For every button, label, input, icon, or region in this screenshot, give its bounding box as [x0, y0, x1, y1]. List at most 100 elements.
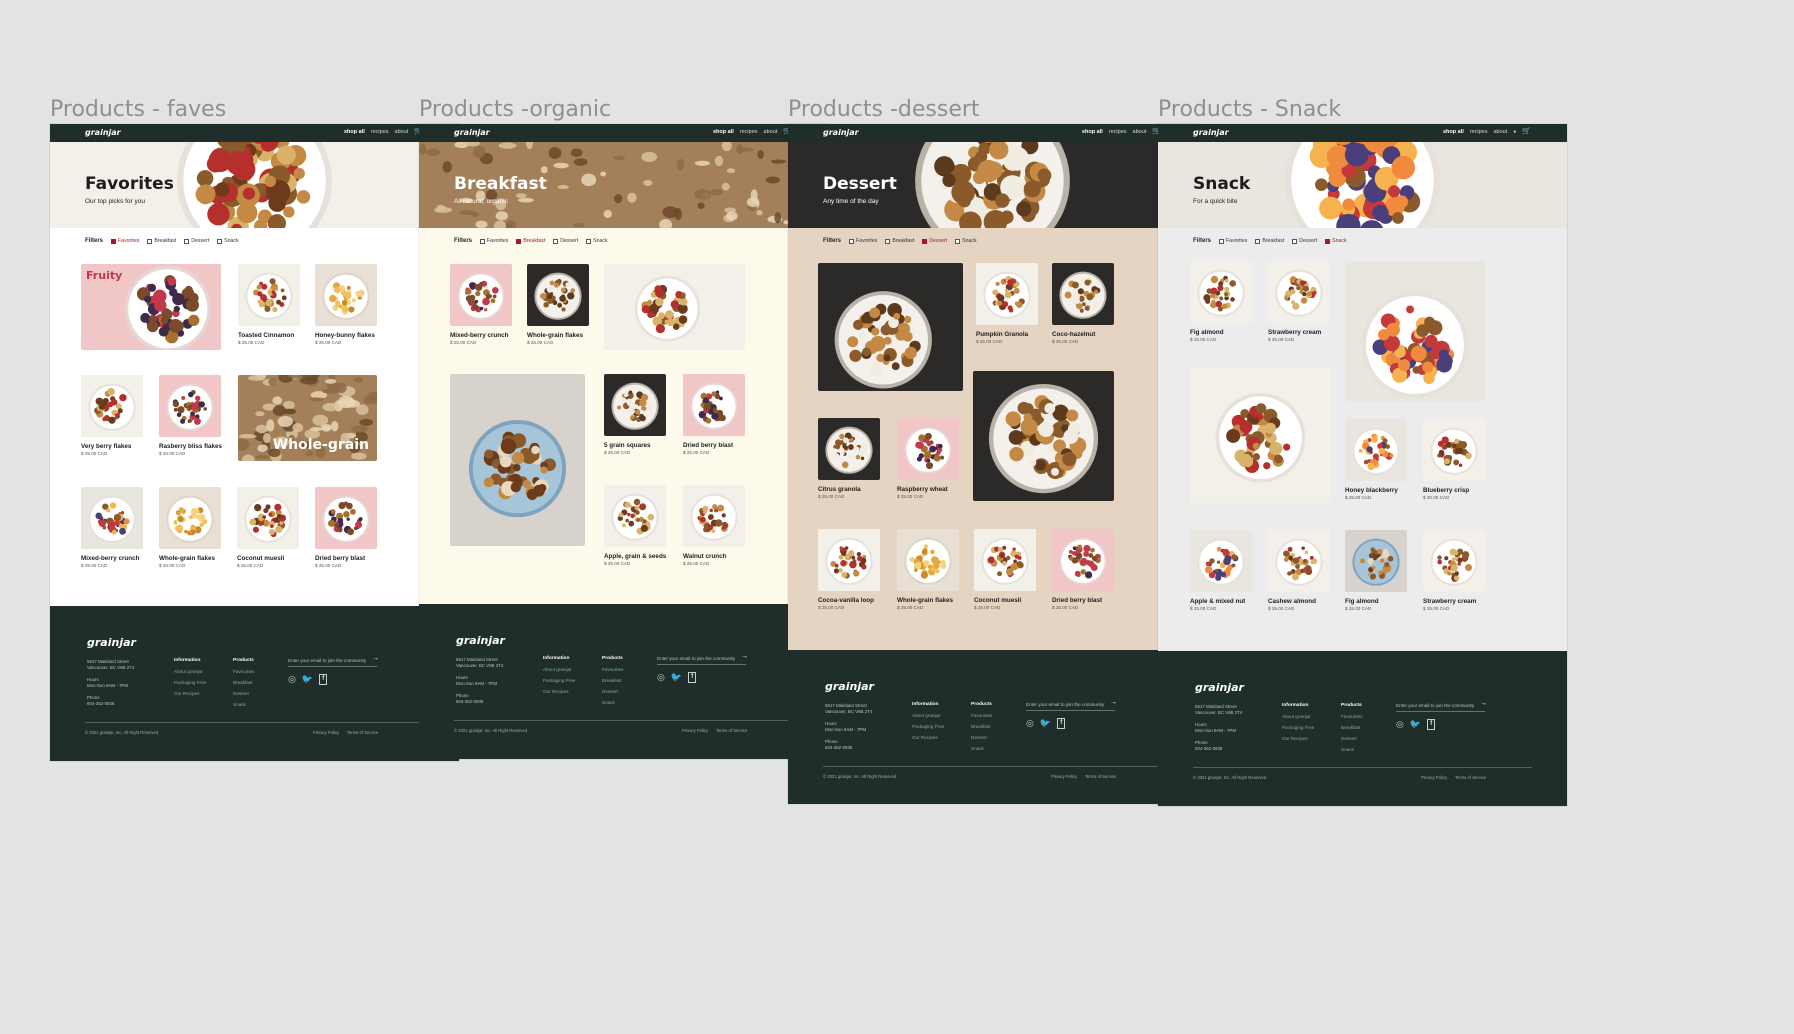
product-card[interactable]: Apple & mixed nut $ 25.00 CAD [1190, 530, 1252, 616]
checkbox[interactable] [1292, 238, 1298, 244]
user-icon[interactable]: ● [1513, 129, 1516, 135]
footer-link[interactable]: Breakfast [602, 678, 621, 683]
checkbox[interactable] [586, 238, 592, 244]
checkbox[interactable] [1325, 238, 1331, 244]
checkbox[interactable] [885, 238, 891, 244]
terms-link[interactable]: Terms of Service [1085, 774, 1116, 779]
product-card[interactable]: Dried berry blast $ 25.00 CAD [315, 487, 377, 573]
product-card[interactable]: Cocoa-vanilla loop $ 25.00 CAD [818, 529, 880, 615]
footer-link[interactable]: Favourites [602, 667, 623, 672]
nav-link-shop-all[interactable]: shop all [344, 129, 365, 135]
footer-link[interactable]: Our Recipes [1282, 736, 1308, 741]
checkbox[interactable] [217, 238, 223, 244]
product-card[interactable]: Mixed-berry crunch $ 25.00 CAD [450, 264, 512, 350]
checkbox[interactable] [553, 238, 559, 244]
filter-dessert[interactable]: Dessert [1292, 238, 1317, 244]
nav-link-about[interactable]: about [1493, 129, 1507, 135]
checkbox[interactable] [184, 238, 190, 244]
product-card[interactable]: Apple, grain & seeds $ 25.00 CAD [604, 485, 666, 571]
footer-link[interactable]: Favourites [1341, 714, 1362, 719]
newsletter-email-input[interactable]: Enter your email to join the community [288, 658, 377, 667]
checkbox[interactable] [480, 238, 486, 244]
product-card[interactable]: Whole-grain flakes $ 25.00 CAD [897, 529, 959, 615]
submit-arrow-icon[interactable]: → [1480, 700, 1487, 707]
filter-dessert[interactable]: Dessert [553, 238, 578, 244]
footer-link[interactable]: About grainjar [543, 667, 572, 672]
product-card[interactable]: Mixed-berry crunch $ 25.00 CAD [81, 487, 143, 573]
terms-link[interactable]: Terms of Service [347, 730, 378, 735]
footer-link[interactable]: Dessert [602, 689, 618, 694]
checkbox[interactable] [516, 238, 522, 244]
submit-arrow-icon[interactable]: → [741, 653, 748, 660]
footer-link[interactable]: Breakfast [971, 724, 990, 729]
filter-dessert[interactable]: Dessert [184, 238, 209, 244]
terms-link[interactable]: Terms of Service [1455, 775, 1486, 780]
product-card[interactable]: Raspberry wheat $ 25.00 CAD [897, 418, 959, 504]
nav-link-shop-all[interactable]: shop all [1443, 129, 1464, 135]
product-card[interactable]: Strawberry cream $ 25.00 CAD [1423, 530, 1485, 616]
facebook-icon[interactable]: f [688, 672, 697, 683]
nav-link-about[interactable]: about [764, 129, 778, 135]
footer-link[interactable]: Packaging Free [543, 678, 575, 683]
footer-logo[interactable]: grainjar [456, 634, 505, 647]
facebook-icon[interactable]: f [1057, 718, 1066, 729]
nav-link-recipes[interactable]: recipes [1470, 129, 1488, 135]
product-card[interactable]: Fig almond $ 25.00 CAD [1190, 261, 1252, 347]
checkbox[interactable] [111, 238, 117, 244]
footer-link[interactable]: Packaging Free [174, 680, 206, 685]
product-card[interactable]: Citrus granola $ 25.00 CAD [818, 418, 880, 504]
checkbox[interactable] [1219, 238, 1225, 244]
filter-snack[interactable]: Snack [586, 238, 608, 244]
instagram-icon[interactable]: ◎ [1026, 718, 1034, 729]
product-card[interactable]: Rasberry bliss flakes $ 25.00 CAD [159, 375, 222, 461]
checkbox[interactable] [849, 238, 855, 244]
filter-favorites[interactable]: Favorites [849, 238, 877, 244]
product-card[interactable]: Coconut muesli $ 25.00 CAD [974, 529, 1036, 615]
product-card[interactable]: Coco-hazelnut $ 25.00 CAD [1052, 263, 1114, 349]
nav-link-recipes[interactable]: recipes [371, 129, 389, 135]
filter-snack[interactable]: Snack [1325, 238, 1347, 244]
twitter-icon[interactable]: 🐦 [1410, 719, 1421, 730]
footer-link[interactable]: Favourites [971, 713, 992, 718]
product-card[interactable]: Walnut crunch $ 25.00 CAD [683, 485, 745, 571]
twitter-icon[interactable]: 🐦 [302, 674, 313, 685]
footer-link[interactable]: Snack [233, 702, 246, 707]
instagram-icon[interactable]: ◎ [288, 674, 296, 685]
footer-link[interactable]: Snack [971, 746, 984, 751]
footer-logo[interactable]: grainjar [825, 680, 874, 693]
product-card[interactable]: Coconut muesli $ 25.00 CAD [237, 487, 299, 573]
logo[interactable]: grainjar [1193, 128, 1229, 137]
filter-favorites[interactable]: Favorites [1219, 238, 1247, 244]
filter-snack[interactable]: Snack [955, 238, 977, 244]
product-card[interactable]: Pumpkin Granola $ 25.00 CAD [976, 263, 1038, 349]
filter-breakfast[interactable]: Breakfast [1255, 238, 1284, 244]
cart-icon[interactable]: 🛒 [1522, 128, 1531, 135]
filter-breakfast[interactable]: Breakfast [885, 238, 914, 244]
privacy-link[interactable]: Privacy Policy [313, 730, 339, 735]
newsletter-email-input[interactable]: Enter your email to join the community [1396, 703, 1485, 712]
footer-link[interactable]: Dessert [233, 691, 249, 696]
product-card[interactable]: Fig almond $ 25.00 CAD [1345, 530, 1407, 616]
footer-link[interactable]: Breakfast [233, 680, 252, 685]
filter-breakfast[interactable]: Breakfast [147, 238, 176, 244]
checkbox[interactable] [1255, 238, 1261, 244]
submit-arrow-icon[interactable]: → [372, 655, 379, 662]
checkbox[interactable] [955, 238, 961, 244]
product-card[interactable]: Dried berry blast $ 25.00 CAD [683, 374, 745, 460]
footer-link[interactable]: About grainjar [1282, 714, 1311, 719]
promo-tile[interactable]: Fruity [81, 264, 221, 350]
filter-snack[interactable]: Snack [217, 238, 239, 244]
newsletter-email-input[interactable]: Enter your email to join the community [1026, 702, 1115, 711]
footer-link[interactable]: Packaging Free [912, 724, 944, 729]
filter-dessert[interactable]: Dessert [922, 238, 947, 244]
nav-link-about[interactable]: about [395, 129, 409, 135]
footer-logo[interactable]: grainjar [87, 636, 136, 649]
product-card[interactable]: Whole-grain flakes $ 25.00 CAD [159, 487, 221, 573]
footer-link[interactable]: Favourites [233, 669, 254, 674]
product-card[interactable]: Blueberry crisp $ 25.00 CAD [1423, 419, 1485, 505]
instagram-icon[interactable]: ◎ [657, 672, 665, 683]
logo[interactable]: grainjar [823, 128, 859, 137]
terms-link[interactable]: Terms of Service [716, 728, 747, 733]
checkbox[interactable] [147, 238, 153, 244]
nav-link-recipes[interactable]: recipes [740, 129, 758, 135]
